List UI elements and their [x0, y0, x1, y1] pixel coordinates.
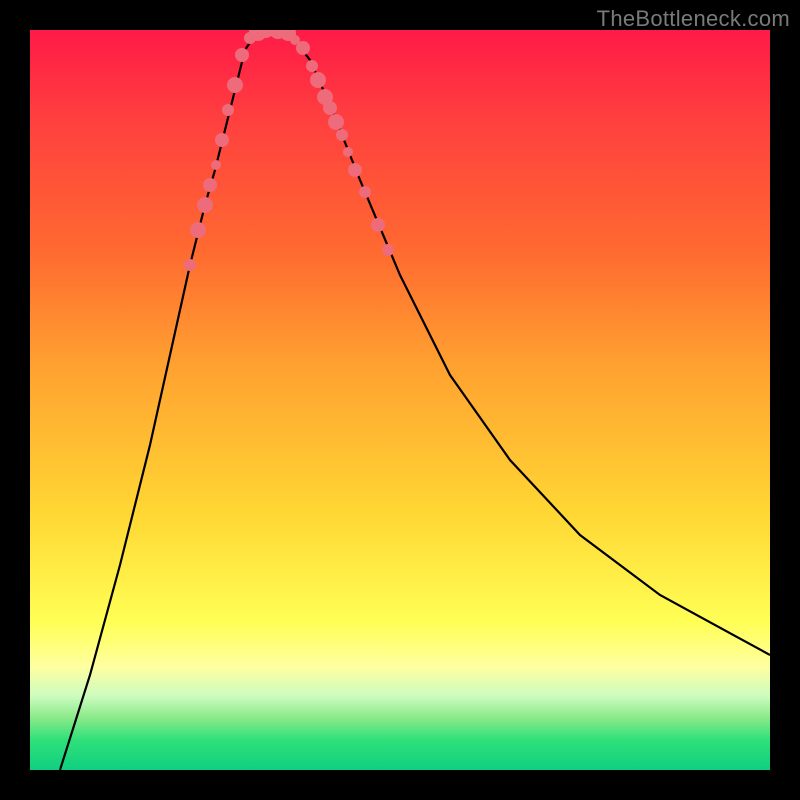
watermark-text: TheBottleneck.com [597, 6, 790, 32]
chart-svg [30, 30, 770, 770]
curve-marker [323, 101, 337, 115]
gradient-background [30, 30, 770, 770]
curve-marker [227, 77, 243, 93]
curve-markers [184, 30, 394, 271]
curve-marker [296, 41, 310, 55]
curve-marker [184, 259, 196, 271]
curve-marker [306, 60, 318, 72]
curve-marker [382, 244, 394, 256]
curve-marker [197, 197, 213, 213]
curve-marker [348, 163, 362, 177]
curve-marker [336, 129, 348, 141]
curve-marker [343, 147, 353, 157]
curve-marker [359, 186, 371, 198]
chart-frame: TheBottleneck.com [0, 0, 800, 800]
curve-marker [211, 160, 221, 170]
bottleneck-curve [60, 30, 770, 770]
curve-marker [371, 218, 385, 232]
curve-marker [328, 114, 344, 130]
curve-marker [310, 72, 326, 88]
curve-marker [215, 133, 229, 147]
curve-marker [222, 104, 234, 116]
curve-marker [190, 222, 206, 238]
curve-marker [235, 48, 249, 62]
curve-marker [203, 178, 217, 192]
